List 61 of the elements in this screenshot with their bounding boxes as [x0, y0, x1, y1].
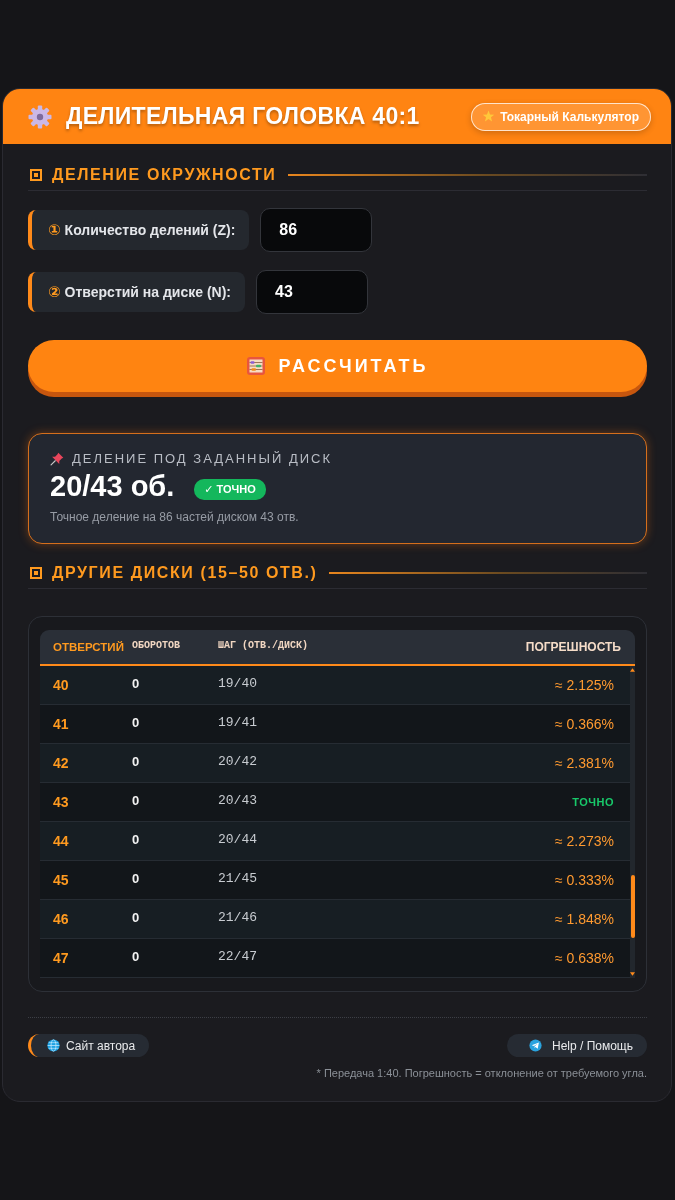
table-cell-text: 0: [132, 792, 141, 808]
scrollbar-thumb[interactable]: [630, 875, 635, 938]
footnote: * Передача 1:40. Погрешность = отклонение от требуемого угла.: [315, 1067, 647, 1079]
section-title: ДЕЛЕНИЕ ОКРУЖНОСТИ: [52, 166, 277, 184]
table-cell-text: 41: [53, 716, 70, 732]
table-cell-text: 19/41: [218, 714, 258, 730]
app-title: ДЕЛИТЕЛЬНАЯ ГОЛОВКА 40:1: [66, 103, 420, 130]
scroll-down-icon[interactable]: [630, 972, 635, 976]
table-cell-text: 0: [132, 909, 141, 925]
error-cell: ≈ 2.381%: [554, 755, 614, 771]
table-cell-text: 0: [132, 714, 141, 730]
table-cell-text: 47: [53, 950, 70, 966]
exact-badge: ✓ ТОЧНО: [194, 478, 266, 500]
table-cell-text: 22/47: [218, 948, 258, 964]
error-cell: ≈ 2.125%: [554, 677, 614, 693]
error-cell: ≈ 0.333%: [554, 872, 614, 888]
table-cell-text: 20/43: [218, 792, 258, 808]
table-cell-text: 43: [53, 794, 70, 810]
pushpin-icon: [50, 451, 64, 466]
table-cell-text: 20/42: [218, 753, 258, 769]
table-cell-text: 40: [53, 677, 70, 693]
result-value: 20/43 об.: [50, 470, 175, 503]
square-icon: [30, 567, 42, 579]
table-cell-text: 0: [132, 948, 141, 964]
table-cell-text: 20/44: [218, 831, 258, 847]
table-cell-text: 19/40: [218, 675, 258, 691]
error-cell: ТОЧНО: [572, 796, 614, 808]
paper-plane-icon: [528, 1039, 542, 1052]
error-cell: ≈ 0.366%: [554, 716, 614, 732]
table-cell-text: 46: [53, 911, 70, 927]
globe-icon: [47, 1039, 60, 1052]
input-field[interactable]: 43: [256, 270, 369, 314]
scroll-up-icon[interactable]: [630, 668, 635, 672]
result-title: ДЕЛЕНИЕ ПОД ЗАДАННЫЙ ДИСК: [72, 451, 333, 466]
column-header: ОТВЕРСТИЙ: [53, 641, 125, 653]
error-cell: ≈ 2.273%: [554, 833, 614, 849]
star-icon: [482, 110, 496, 123]
help-link[interactable]: Help / Помощь: [506, 1034, 647, 1057]
column-header: ПОГРЕШНОСТЬ: [525, 640, 621, 654]
field-label: ② Отверстий на диске (N):: [28, 272, 246, 312]
square-icon: [30, 169, 42, 181]
table-cell-text: 45: [53, 872, 70, 888]
table-cell-text: 0: [132, 831, 141, 847]
table-cell-text: 42: [53, 755, 70, 771]
table-cell-text: 44: [53, 833, 70, 849]
input-field[interactable]: 86: [260, 208, 373, 252]
scrollbar[interactable]: [630, 666, 635, 978]
column-header: ОБОРОТОВ: [132, 639, 181, 651]
abacus-icon: [246, 356, 267, 376]
table-cell-text: 0: [132, 675, 141, 691]
table-cell-text: 21/45: [218, 870, 258, 886]
error-cell: ≈ 0.638%: [554, 950, 614, 966]
table-cell-text: 21/46: [218, 909, 258, 925]
field-label: ① Количество делений (Z):: [28, 210, 250, 250]
section-title: ДРУГИЕ ДИСКИ (15–50 ОТВ.): [52, 564, 318, 582]
result-description: Точное деление на 86 частей диском 43 отв.: [50, 510, 300, 524]
table-cell-text: 0: [132, 870, 141, 886]
table-cell-text: 0: [132, 753, 141, 769]
column-header: ШАГ (ОТВ./ДИСК): [218, 639, 309, 651]
error-cell: ≈ 1.848%: [554, 911, 614, 927]
author-site-link[interactable]: Сайт автора: [28, 1034, 150, 1057]
